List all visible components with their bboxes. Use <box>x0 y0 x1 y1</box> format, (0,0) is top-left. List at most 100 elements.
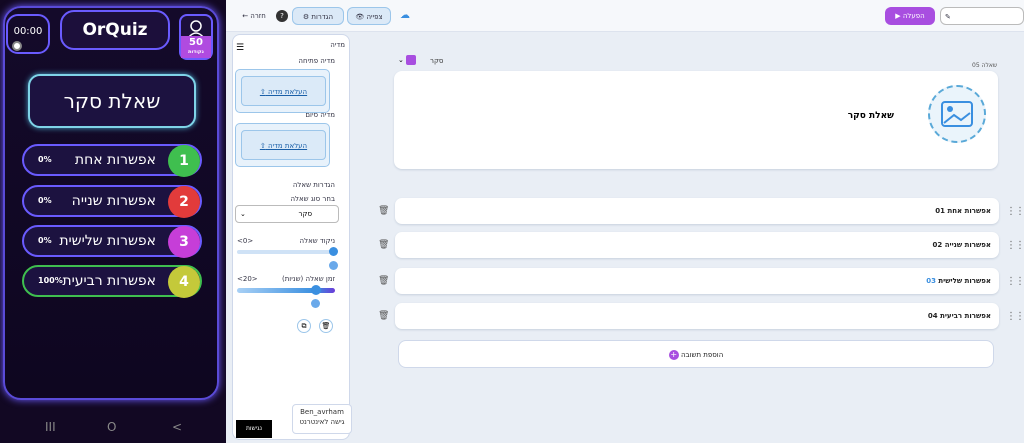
trash-icon[interactable]: 🗑 <box>378 240 389 250</box>
gear-icon: ⚙ <box>302 13 310 21</box>
username: Ben_avrham <box>300 408 344 416</box>
drag-handle-icon[interactable]: ⋮⋮ <box>1006 276 1024 287</box>
timer-toggle[interactable] <box>12 41 22 51</box>
type-selector-label: סקר <box>430 57 444 65</box>
trash-icon[interactable]: 🗑 <box>319 319 333 333</box>
help-icon[interactable]: ? <box>276 10 288 22</box>
opening-media-panel: ⇧ העלאת מדיה <box>235 69 330 113</box>
answer-row-4[interactable]: 04 אפשרות רביעית <box>395 303 999 329</box>
score-slider[interactable] <box>237 250 333 254</box>
score-slider-marker <box>329 261 338 270</box>
option-number: 3 <box>168 226 200 258</box>
app-logo: OrQuiz <box>60 10 170 50</box>
time-label: זמן שאלה (שניות) <box>281 275 335 283</box>
score-slider-handle[interactable] <box>329 247 338 256</box>
option-2[interactable]: 0% אפשרות שנייה 2 <box>22 185 202 218</box>
question-box: שאלת סקר <box>28 74 196 128</box>
type-select-value: סקר <box>298 210 312 218</box>
chevron-down-icon: ⌄ <box>240 210 246 218</box>
question-number: שאלה 05 <box>972 62 998 69</box>
trash-icon[interactable]: 🗑 <box>378 276 389 286</box>
drag-handle-icon[interactable]: ⋮⋮ <box>1006 206 1024 217</box>
answer-row-3[interactable]: 03 אפשרות שלישית <box>395 268 999 294</box>
phone-preview: 00:00 OrQuiz 50 נקודות שאלת סקר 0% אפשרות… <box>0 0 226 443</box>
time-value: <20> <box>237 275 258 283</box>
connection-status: גישה לאינטרנט <box>299 418 345 426</box>
question-text[interactable]: שאלת סקר <box>848 111 894 121</box>
menu-icon[interactable]: ☰ <box>236 43 244 53</box>
survey-icon <box>406 55 417 65</box>
upload-label: העלאת מדיה <box>267 88 308 96</box>
option-label: אפשרות אחת <box>74 152 156 168</box>
answer-label: 04 אפשרות רביעית <box>927 312 991 320</box>
score-sub: נקודות <box>188 49 204 55</box>
preview-label: צפייה <box>366 13 383 21</box>
option-label: אפשרות רביעית <box>62 273 156 289</box>
option-pct: 0% <box>38 196 52 205</box>
home-button[interactable]: O <box>107 420 116 434</box>
cloud-icon: ☁ <box>400 10 410 21</box>
answer-row-2[interactable]: 02 אפשרות שנייה <box>395 232 999 258</box>
image-icon <box>941 101 973 127</box>
preview-button[interactable]: 👁 צפייה <box>347 7 391 25</box>
answer-row-1[interactable]: 01 אפשרות אחת <box>395 198 999 224</box>
run-label: הפעלה <box>902 12 925 20</box>
back-label: חזרה <box>250 12 266 20</box>
option-pct: 100% <box>38 276 63 285</box>
settings-button[interactable]: ⚙ הגדרות <box>292 7 344 25</box>
option-pct: 0% <box>38 155 52 164</box>
chevron-down-icon: ⌄ <box>398 56 404 64</box>
drag-handle-icon[interactable]: ⋮⋮ <box>1006 311 1024 322</box>
opening-media-label: מדיה פתיחה <box>298 57 335 65</box>
option-1[interactable]: 0% אפשרות אחת 1 <box>22 144 202 177</box>
trash-icon[interactable]: 🗑 <box>378 206 389 216</box>
question-type-select[interactable]: סקר ⌄ <box>235 205 339 223</box>
play-icon: ▶ <box>895 12 901 20</box>
option-label: אפשרות שלישית <box>59 233 156 249</box>
score-badge: 50 נקודות <box>181 36 211 58</box>
settings-label: הגדרות <box>311 13 334 21</box>
copy-icon[interactable]: ⧉ <box>297 319 311 333</box>
add-answer-button[interactable]: + הוספת תשובה <box>398 340 994 368</box>
score-value: 50 <box>189 37 203 48</box>
trash-icon[interactable]: 🗑 <box>378 311 389 321</box>
image-placeholder[interactable] <box>928 85 986 143</box>
back-nav-button[interactable]: < <box>172 420 182 434</box>
upload-label: העלאת מדיה <box>267 142 308 150</box>
time-slider-handle[interactable] <box>311 285 321 295</box>
score-label: ניקוד שאלה <box>299 237 335 245</box>
answer-label: 02 אפשרות שנייה <box>932 241 991 249</box>
pencil-icon: ✎ <box>945 13 951 21</box>
option-number: 1 <box>168 145 200 177</box>
closing-media-label: מדיה סיום <box>305 111 335 119</box>
opening-upload-button[interactable]: ⇧ העלאת מדיה <box>241 76 326 106</box>
option-number: 4 <box>168 266 200 298</box>
accessibility-badge[interactable]: נגישות <box>236 420 272 438</box>
back-button[interactable]: ← חזרה <box>234 7 274 25</box>
question-card[interactable]: שאלת סקר <box>394 71 998 169</box>
user-popover[interactable]: Ben_avrham גישה לאינטרנט <box>292 404 352 434</box>
closing-media-panel: ⇧ העלאת מדיה <box>235 123 330 167</box>
closing-upload-button[interactable]: ⇧ העלאת מדיה <box>241 130 326 160</box>
upload-icon: ⇧ <box>259 88 266 96</box>
drag-handle-icon[interactable]: ⋮⋮ <box>1006 240 1024 251</box>
choose-type-label: בחר סוג שאלה <box>290 195 335 203</box>
title-input[interactable]: ✎ <box>940 7 1024 25</box>
time-slider-marker <box>311 299 320 308</box>
option-label: אפשרות שנייה <box>71 193 156 209</box>
option-3[interactable]: 0% אפשרות שלישית 3 <box>22 225 202 258</box>
player-box: 50 נקודות <box>179 14 213 60</box>
option-4[interactable]: 100% אפשרות רביעית 4 <box>22 265 202 298</box>
answer-label: 03 אפשרות שלישית <box>926 277 991 285</box>
run-button[interactable]: ▶ הפעלה <box>885 7 935 25</box>
score-value: <0> <box>237 237 254 245</box>
settings-sidebar: ☰ מדיה מדיה פתיחה ⇧ העלאת מדיה מדיה סיום… <box>232 34 350 440</box>
type-selector[interactable]: ⌄ <box>398 55 428 67</box>
android-nav: III O < <box>0 414 226 443</box>
editor-toolbar: ← חזרה ? ⚙ הגדרות 👁 צפייה ☁ ▶ הפעלה ✎ <box>226 0 1024 32</box>
plus-icon: + <box>668 350 679 360</box>
upload-icon: ⇧ <box>259 142 266 150</box>
recent-apps-button[interactable]: III <box>45 420 56 434</box>
answer-label: 01 אפשרות אחת <box>935 207 991 215</box>
eye-icon: 👁 <box>355 13 365 21</box>
